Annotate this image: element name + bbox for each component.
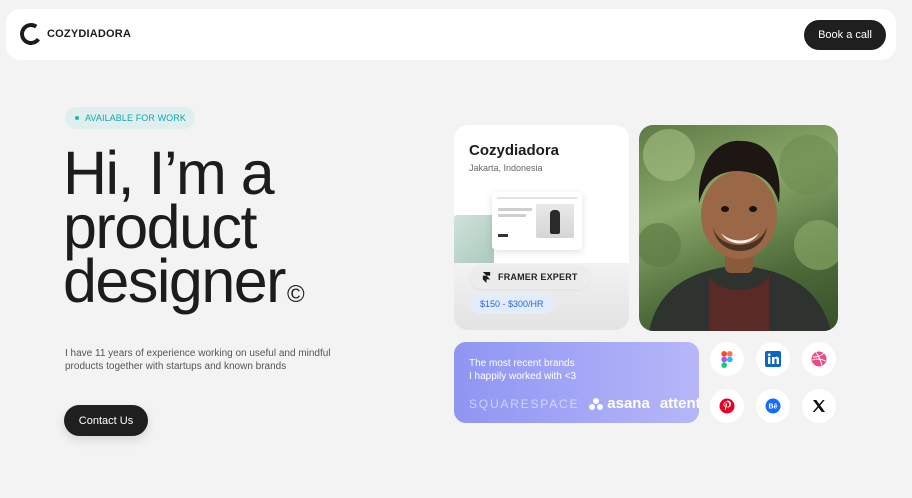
brand-name: COZYDIADORA: [47, 28, 132, 40]
x-link[interactable]: [802, 389, 836, 423]
logo-mark-icon: [18, 21, 44, 47]
hero-headline: Hi, I’m a product designer©: [63, 139, 393, 322]
brand-logos: SQUARESPACE asana attent: [469, 395, 699, 412]
headline-line-3: designer©: [63, 251, 393, 322]
behance-icon: Bē: [765, 398, 781, 414]
portrait-illustration: [639, 129, 838, 331]
x-icon: [812, 400, 825, 412]
asana-icon: [589, 397, 604, 410]
top-nav: COZYDIADORA Book a call: [6, 9, 896, 60]
pinterest-icon: [719, 398, 735, 414]
attentive-logo: attent: [659, 395, 699, 412]
brands-caption-line-2: I happily worked with <3: [469, 371, 577, 382]
headline-line-3-text: designer: [63, 247, 287, 315]
squarespace-logo: SQUARESPACE: [469, 396, 580, 411]
headline-line-2: product: [63, 193, 257, 261]
profile-card: Cozydiadora Jakarta, Indonesia FRAMER EX…: [454, 125, 629, 330]
copyright-mark: ©: [287, 281, 305, 308]
profile-location: Jakarta, Indonesia: [469, 163, 543, 173]
brands-caption-line-1: The most recent brands: [469, 358, 575, 369]
figma-link[interactable]: [710, 342, 744, 376]
asana-wordmark: asana: [607, 395, 650, 412]
availability-badge-label: AVAILABLE FOR WORK: [85, 113, 186, 123]
portrait-photo: [639, 125, 838, 331]
asana-logo: asana: [589, 395, 650, 412]
behance-link[interactable]: Bē: [756, 389, 790, 423]
book-a-call-button[interactable]: Book a call: [804, 20, 886, 50]
availability-badge: AVAILABLE FOR WORK: [65, 107, 195, 129]
framer-expert-label: FRAMER EXPERT: [498, 272, 578, 282]
linkedin-link[interactable]: [756, 342, 790, 376]
dribbble-icon: [811, 351, 827, 367]
hourly-rate-label: $150 - $300/HR: [480, 299, 544, 309]
framer-icon: [482, 271, 491, 283]
portfolio-preview: [492, 192, 582, 250]
profile-name: Cozydiadora: [469, 142, 560, 159]
brands-card: The most recent brands I happily worked …: [454, 342, 699, 423]
dribbble-link[interactable]: [802, 342, 836, 376]
status-dot-icon: [75, 116, 79, 120]
pinterest-link[interactable]: [710, 389, 744, 423]
linkedin-icon: [765, 351, 781, 367]
brands-caption: The most recent brands I happily worked …: [469, 357, 629, 383]
intro-paragraph: I have 11 years of experience working on…: [65, 348, 331, 372]
hourly-rate-badge: $150 - $300/HR: [470, 294, 554, 314]
framer-expert-tag: FRAMER EXPERT: [470, 265, 590, 289]
contact-us-button[interactable]: Contact Us: [64, 405, 148, 436]
figma-icon: [721, 350, 733, 368]
headline-line-1: Hi, I’m a: [63, 139, 275, 207]
brand-logo[interactable]: COZYDIADORA: [18, 21, 132, 47]
svg-text:Bē: Bē: [769, 404, 778, 411]
